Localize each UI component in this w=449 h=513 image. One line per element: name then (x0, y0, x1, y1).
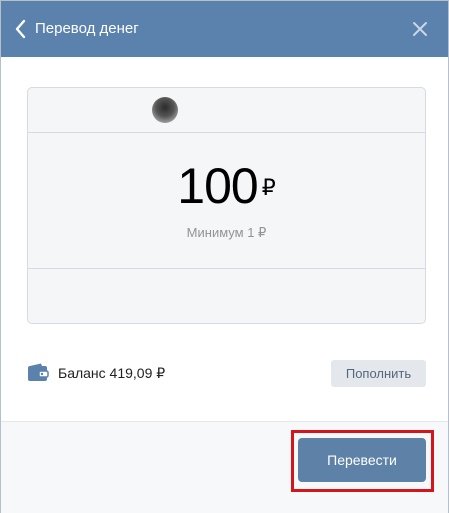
chevron-left-icon (15, 19, 26, 39)
recipient-row (28, 88, 425, 133)
wallet-icon (27, 363, 49, 382)
comment-divider (28, 268, 425, 269)
dialog-title: Перевод денег (35, 20, 139, 37)
dialog-header: Перевод денег (1, 1, 448, 57)
balance-label: Баланс 419,09 ₽ (58, 365, 166, 381)
recipient-avatar (152, 97, 178, 123)
topup-button[interactable]: Пополнить (331, 360, 426, 387)
close-icon (413, 22, 427, 36)
amount-value: 100 (177, 158, 258, 214)
back-button[interactable] (13, 18, 29, 40)
currency-symbol: ₽ (261, 175, 276, 200)
money-transfer-dialog: Перевод денег 100 ₽ Минимум 1 ₽ Баланс 41… (0, 0, 449, 513)
send-button[interactable]: Перевести (298, 438, 426, 482)
amount-display[interactable]: 100 ₽ (28, 158, 425, 214)
transfer-amount-card: 100 ₽ Минимум 1 ₽ (27, 87, 426, 324)
close-button[interactable] (410, 19, 430, 39)
balance-row: Баланс 419,09 ₽ Пополнить (27, 360, 426, 388)
minimum-amount-hint: Минимум 1 ₽ (186, 225, 267, 240)
